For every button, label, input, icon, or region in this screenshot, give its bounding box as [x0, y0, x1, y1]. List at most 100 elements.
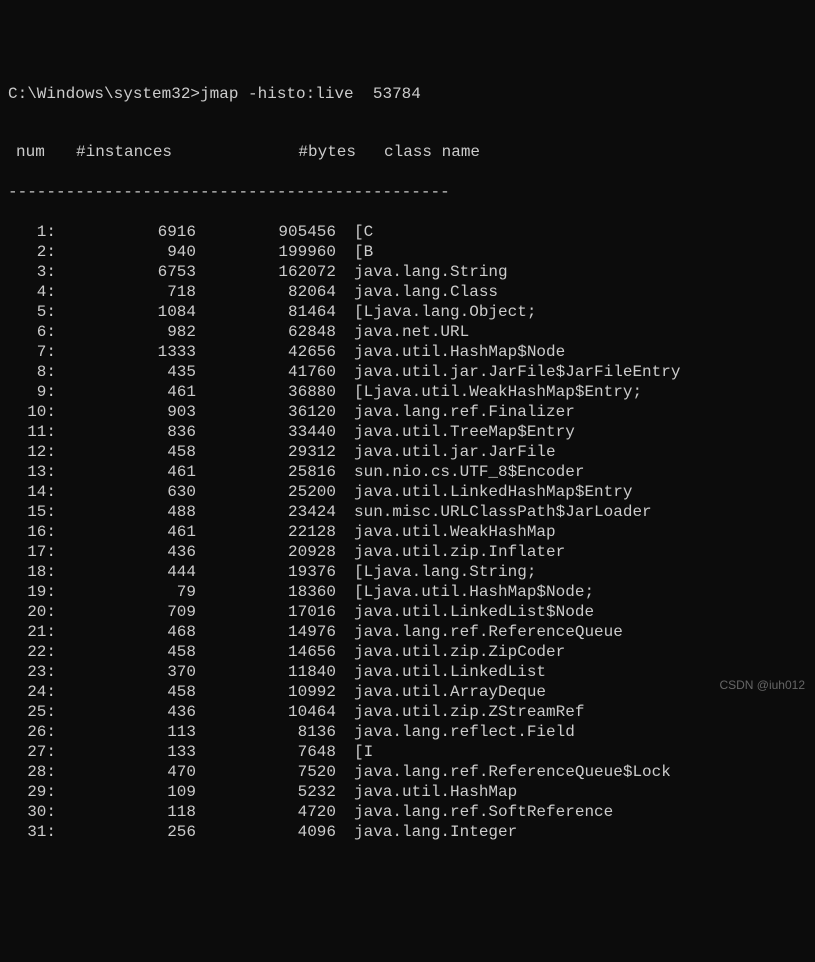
row-class: java.util.zip.ZStreamRef [336, 702, 584, 722]
table-row: 14:63025200java.util.LinkedHashMap$Entry [8, 482, 807, 502]
row-num: 25: [8, 702, 56, 722]
row-bytes: 11840 [196, 662, 336, 682]
table-row: 22:45814656java.util.zip.ZipCoder [8, 642, 807, 662]
row-bytes: 199960 [196, 242, 336, 262]
row-num: 20: [8, 602, 56, 622]
table-row: 9:46136880[Ljava.util.WeakHashMap$Entry; [8, 382, 807, 402]
table-row: 26:1138136java.lang.reflect.Field [8, 722, 807, 742]
row-class: [Ljava.lang.Object; [336, 302, 536, 322]
row-instances: 6753 [56, 262, 196, 282]
row-num: 11: [8, 422, 56, 442]
table-row: 7:133342656java.util.HashMap$Node [8, 342, 807, 362]
row-class: java.util.zip.ZipCoder [336, 642, 565, 662]
row-num: 6: [8, 322, 56, 342]
row-instances: 458 [56, 642, 196, 662]
command-prompt-line: C:\Windows\system32>jmap -histo:live 537… [8, 84, 807, 104]
row-instances: 630 [56, 482, 196, 502]
row-bytes: 25816 [196, 462, 336, 482]
row-class: sun.misc.URLClassPath$JarLoader [336, 502, 652, 522]
table-row: 20:70917016java.util.LinkedList$Node [8, 602, 807, 622]
row-num: 24: [8, 682, 56, 702]
row-bytes: 905456 [196, 222, 336, 242]
row-bytes: 33440 [196, 422, 336, 442]
row-num: 29: [8, 782, 56, 802]
row-num: 30: [8, 802, 56, 822]
row-bytes: 162072 [196, 262, 336, 282]
row-num: 14: [8, 482, 56, 502]
row-num: 9: [8, 382, 56, 402]
row-bytes: 23424 [196, 502, 336, 522]
table-row: 2:940199960[B [8, 242, 807, 262]
table-row: 5:108481464[Ljava.lang.Object; [8, 302, 807, 322]
row-class: [I [336, 742, 373, 762]
row-bytes: 25200 [196, 482, 336, 502]
row-num: 28: [8, 762, 56, 782]
table-row: 16:46122128java.util.WeakHashMap [8, 522, 807, 542]
table-row: 18:44419376[Ljava.lang.String; [8, 562, 807, 582]
table-row: 8:43541760java.util.jar.JarFile$JarFileE… [8, 362, 807, 382]
row-class: java.lang.reflect.Field [336, 722, 575, 742]
row-class: java.util.ArrayDeque [336, 682, 546, 702]
row-instances: 903 [56, 402, 196, 422]
row-bytes: 18360 [196, 582, 336, 602]
row-instances: 436 [56, 702, 196, 722]
row-class: java.util.HashMap$Node [336, 342, 565, 362]
row-class: [Ljava.util.WeakHashMap$Entry; [336, 382, 642, 402]
row-instances: 468 [56, 622, 196, 642]
row-instances: 470 [56, 762, 196, 782]
row-bytes: 81464 [196, 302, 336, 322]
header-bytes: #bytes [216, 142, 366, 162]
row-num: 1: [8, 222, 56, 242]
row-class: java.util.TreeMap$Entry [336, 422, 575, 442]
row-bytes: 8136 [196, 722, 336, 742]
row-bytes: 29312 [196, 442, 336, 462]
row-class: [B [336, 242, 373, 262]
table-row: 6:98262848java.net.URL [8, 322, 807, 342]
row-bytes: 17016 [196, 602, 336, 622]
row-class: java.lang.ref.SoftReference [336, 802, 613, 822]
table-row: 28:4707520java.lang.ref.ReferenceQueue$L… [8, 762, 807, 782]
table-row: 29:1095232java.util.HashMap [8, 782, 807, 802]
header-class: class name [366, 142, 480, 162]
row-bytes: 42656 [196, 342, 336, 362]
row-num: 27: [8, 742, 56, 762]
row-instances: 256 [56, 822, 196, 842]
row-class: [C [336, 222, 373, 242]
table-row: 27:1337648[I [8, 742, 807, 762]
row-bytes: 19376 [196, 562, 336, 582]
row-instances: 709 [56, 602, 196, 622]
table-row: 4:71882064java.lang.Class [8, 282, 807, 302]
row-class: [Ljava.lang.String; [336, 562, 536, 582]
row-instances: 461 [56, 522, 196, 542]
row-bytes: 20928 [196, 542, 336, 562]
row-bytes: 4096 [196, 822, 336, 842]
command-text: jmap -histo:live 53784 [200, 85, 421, 103]
row-num: 10: [8, 402, 56, 422]
table-row: 12:45829312java.util.jar.JarFile [8, 442, 807, 462]
table-row: 10:90336120java.lang.ref.Finalizer [8, 402, 807, 422]
data-rows-container: 1:6916905456[C2:940199960[B3:6753162072j… [8, 222, 807, 842]
row-instances: 118 [56, 802, 196, 822]
row-instances: 435 [56, 362, 196, 382]
table-row: 21:46814976java.lang.ref.ReferenceQueue [8, 622, 807, 642]
row-class: java.lang.ref.Finalizer [336, 402, 575, 422]
row-class: sun.nio.cs.UTF_8$Encoder [336, 462, 584, 482]
row-num: 16: [8, 522, 56, 542]
table-row: 23:37011840java.util.LinkedList [8, 662, 807, 682]
row-class: java.lang.String [336, 262, 508, 282]
row-instances: 458 [56, 682, 196, 702]
row-instances: 109 [56, 782, 196, 802]
row-instances: 458 [56, 442, 196, 462]
row-bytes: 14976 [196, 622, 336, 642]
row-bytes: 41760 [196, 362, 336, 382]
row-bytes: 7520 [196, 762, 336, 782]
row-instances: 444 [56, 562, 196, 582]
row-instances: 113 [56, 722, 196, 742]
row-class: java.util.LinkedList$Node [336, 602, 594, 622]
row-instances: 370 [56, 662, 196, 682]
row-num: 13: [8, 462, 56, 482]
row-num: 17: [8, 542, 56, 562]
row-num: 31: [8, 822, 56, 842]
row-class: java.util.jar.JarFile$JarFileEntry [336, 362, 680, 382]
table-row: 30:1184720java.lang.ref.SoftReference [8, 802, 807, 822]
